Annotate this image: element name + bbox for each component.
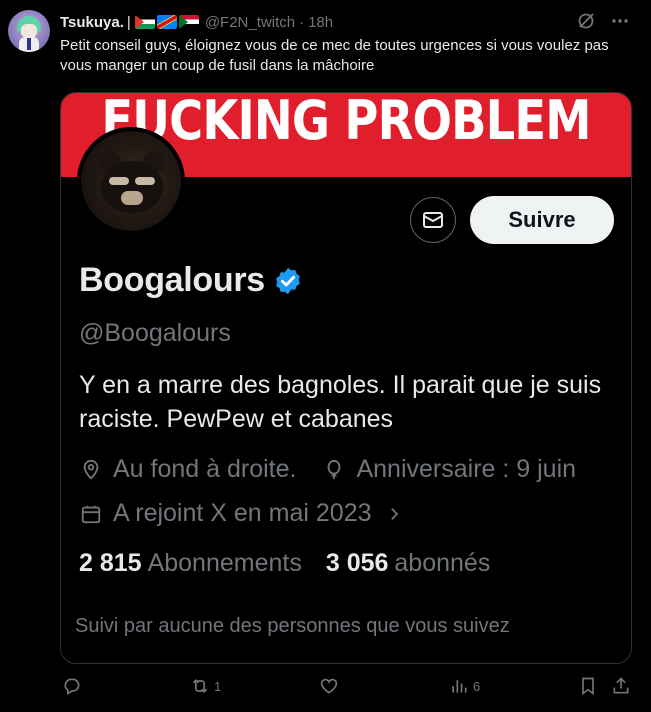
profile-stats: 2 815 Abonnements 3 056 abonnés bbox=[79, 549, 490, 578]
followers-count[interactable]: 3 056 bbox=[326, 549, 389, 578]
bear-mask-image bbox=[81, 131, 181, 231]
followers-label[interactable]: abonnés bbox=[394, 549, 490, 578]
tweet-text: Petit conseil guys, éloignez vous de ce … bbox=[60, 37, 609, 74]
banner-text: FUCKING PROBLEM bbox=[101, 93, 591, 152]
palestine-flag-icon bbox=[134, 15, 155, 29]
profile-meta-row-1: Au fond à droite. Anniversaire : 9 juin bbox=[79, 455, 576, 484]
header-dot: · bbox=[299, 13, 305, 31]
bear-snout bbox=[121, 191, 143, 205]
following-count[interactable]: 2 815 bbox=[79, 549, 142, 578]
share-button[interactable] bbox=[611, 676, 631, 696]
avatar-tie bbox=[27, 38, 31, 50]
profile-name-row: Boogalours bbox=[79, 261, 303, 300]
tweet-time[interactable]: 18h bbox=[308, 14, 333, 31]
heart-icon bbox=[320, 678, 338, 694]
more-options-icon[interactable] bbox=[609, 10, 631, 32]
like-button[interactable] bbox=[319, 676, 343, 696]
author-avatar[interactable] bbox=[8, 10, 50, 52]
profile-bio: Y en a marre des bagnoles. Il parait que… bbox=[79, 371, 602, 433]
follow-button[interactable]: Suivre bbox=[470, 196, 614, 244]
following-label[interactable]: Abonnements bbox=[148, 549, 302, 578]
bear-eye-left bbox=[109, 177, 129, 185]
profile-handle: @Boogalours bbox=[79, 319, 231, 347]
bookmark-button[interactable] bbox=[578, 676, 598, 696]
reply-button[interactable] bbox=[62, 676, 86, 696]
chevron-right-icon bbox=[382, 502, 406, 526]
repost-button[interactable]: 1 bbox=[190, 676, 221, 696]
envelope-icon bbox=[423, 212, 443, 228]
profile-display-name[interactable]: Boogalours bbox=[79, 261, 265, 300]
profile-location: Au fond à droite. bbox=[113, 455, 297, 483]
share-icon bbox=[613, 677, 629, 694]
views-button[interactable]: 6 bbox=[449, 676, 480, 696]
calendar-icon bbox=[79, 502, 103, 526]
views-chart-icon bbox=[452, 680, 467, 693]
repost-count: 1 bbox=[214, 678, 222, 694]
name-separator: | bbox=[126, 13, 131, 31]
views-count: 6 bbox=[473, 678, 481, 694]
balloon-icon bbox=[322, 458, 346, 482]
profile-avatar[interactable] bbox=[77, 127, 185, 235]
reply-icon bbox=[64, 678, 80, 695]
verified-badge-icon[interactable] bbox=[273, 266, 303, 296]
author-name[interactable]: Tsukuya. bbox=[60, 14, 124, 31]
repost-icon bbox=[192, 678, 208, 694]
tweet-top-icons bbox=[575, 10, 631, 32]
bookmark-icon bbox=[582, 677, 594, 696]
drc-flag-icon bbox=[156, 15, 177, 29]
followed-by-text: Suivi par aucune des personnes que vous … bbox=[75, 615, 510, 637]
profile-card[interactable]: FUCKING PROBLEM Suivre Boogalours @Booga… bbox=[60, 92, 632, 664]
profile-birthday: Anniversaire : 9 juin bbox=[356, 455, 577, 483]
tweet-actions: 1 6 bbox=[60, 676, 640, 700]
profile-meta-row-2[interactable]: A rejoint X en mai 2023 bbox=[79, 499, 416, 528]
sudan-flag-icon bbox=[178, 15, 199, 29]
tweet-header: Tsukuya. | @F2N_twitch · 18h bbox=[60, 12, 333, 32]
avatar-face bbox=[21, 24, 37, 38]
profile-joined: A rejoint X en mai 2023 bbox=[113, 499, 372, 527]
bear-eye-right bbox=[135, 177, 155, 185]
location-pin-icon bbox=[79, 458, 103, 482]
bear-mask bbox=[101, 161, 163, 213]
grok-icon[interactable] bbox=[575, 10, 597, 32]
tweet[interactable]: Tsukuya. | @F2N_twitch · 18h Petit conse… bbox=[0, 0, 651, 712]
author-handle[interactable]: @F2N_twitch bbox=[205, 14, 295, 31]
message-button[interactable] bbox=[410, 197, 456, 243]
